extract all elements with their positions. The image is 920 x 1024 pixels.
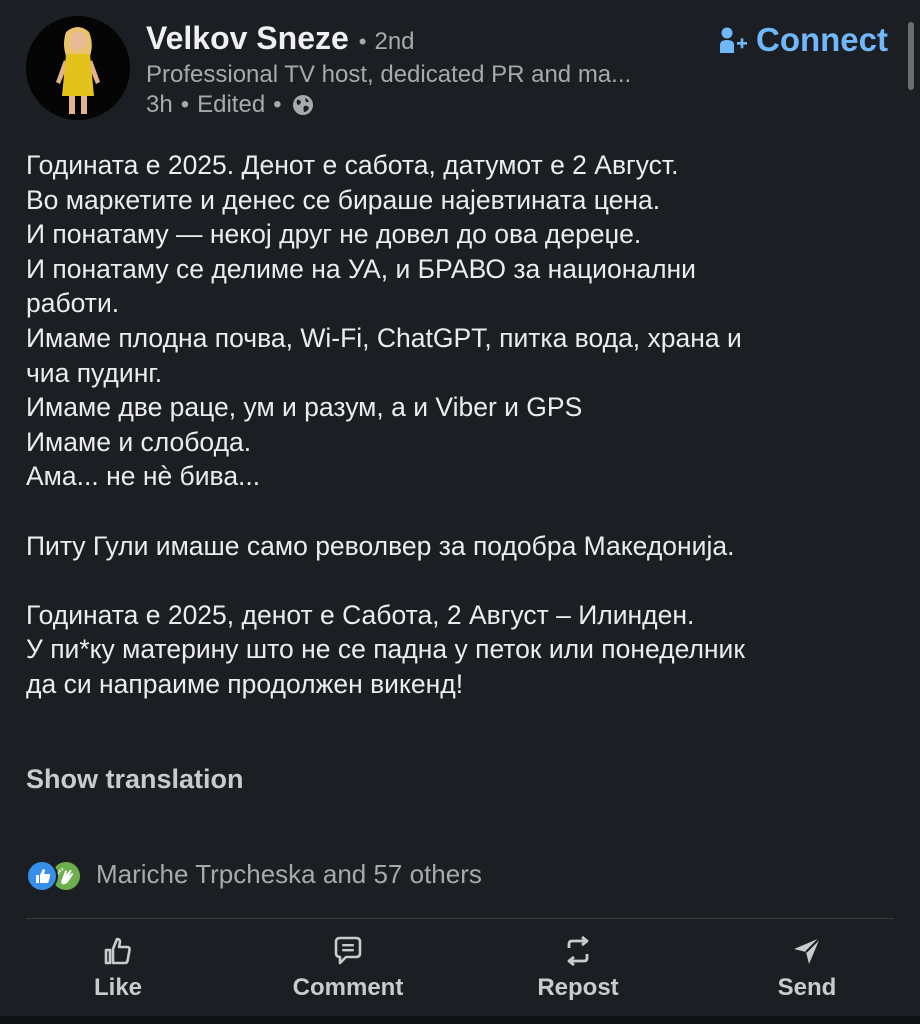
post-text-line: Имаме две раце, ум и разум, а и Viber и … bbox=[26, 392, 583, 423]
reaction-summary-text: Mariche Trpcheska and 57 others bbox=[96, 858, 482, 889]
like-label: Like bbox=[93, 974, 143, 1001]
like-button[interactable]: Like bbox=[38, 930, 198, 1006]
repost-button[interactable]: Repost bbox=[498, 930, 658, 1006]
avatar-portrait-image bbox=[26, 16, 130, 120]
post-text-line: Питу Гули имаше само револвер за подобра… bbox=[26, 530, 735, 561]
post-text-line: Годината е 2025. Денот е сабота, датумот… bbox=[26, 150, 679, 180]
globe-icon bbox=[292, 94, 314, 116]
author-headline: Professional TV host, dedicated PR and m… bbox=[146, 61, 632, 88]
show-translation-link[interactable]: Show translation bbox=[26, 764, 244, 795]
reaction-icons bbox=[26, 858, 84, 892]
scrollbar-thumb[interactable] bbox=[908, 22, 914, 90]
edited-label: Edited bbox=[197, 91, 266, 118]
post-text: Годината е 2025. Денот е сабота, датумот… bbox=[26, 148, 896, 702]
meta-separator: • bbox=[273, 91, 282, 118]
divider bbox=[26, 918, 894, 919]
connect-button[interactable]: Connect bbox=[718, 20, 888, 60]
send-icon bbox=[794, 937, 821, 964]
degree-separator: • bbox=[358, 29, 367, 54]
post-text-line: Имаме плодна почва, Wi-Fi, ChatGPT, питк… bbox=[26, 322, 742, 353]
post-text-line: И понатаму — некој друг не довел до ова … bbox=[26, 219, 642, 250]
post-text-line: чиа пудинг. bbox=[26, 357, 163, 388]
connection-degree: 2nd bbox=[374, 28, 415, 55]
meta-separator: • bbox=[180, 91, 190, 118]
post-text-line: У пи*ку материну што не се падна у петок… bbox=[26, 634, 745, 665]
bottom-edge bbox=[0, 1016, 920, 1024]
send-label: Send bbox=[777, 974, 837, 1001]
comment-button[interactable]: Comment bbox=[268, 930, 428, 1006]
reactions-summary[interactable]: Mariche Trpcheska and 57 others bbox=[26, 856, 482, 892]
post-text-line: работи. bbox=[26, 288, 120, 319]
post-meta: 3h • Edited • bbox=[146, 91, 314, 119]
repost-label: Repost bbox=[537, 974, 619, 1001]
post-action-bar: Like Comment Repost Send bbox=[0, 930, 920, 1010]
author-avatar[interactable] bbox=[26, 16, 130, 120]
post-header: Velkov Sneze • 2nd Professional TV host,… bbox=[26, 16, 896, 126]
post-text-line: Ама... не нѐ бива... bbox=[26, 461, 261, 492]
post-text-line: Имаме и слобода. bbox=[26, 426, 252, 457]
post-text-line: И понатаму се делиме на УА, и БРАВО за н… bbox=[26, 253, 696, 284]
post-text-line: Во маркетите и денес се бираше најевтина… bbox=[26, 184, 661, 215]
author-name-row: Velkov Sneze • 2nd bbox=[146, 20, 415, 60]
thumbs-up-icon bbox=[104, 937, 131, 965]
repost-icon bbox=[567, 935, 589, 967]
author-name[interactable]: Velkov Sneze bbox=[146, 20, 349, 57]
send-button[interactable]: Send bbox=[727, 930, 887, 1006]
post-text-line: да си напраиме продолжен викенд! bbox=[26, 668, 464, 699]
add-person-icon bbox=[720, 27, 747, 53]
comment-icon bbox=[334, 936, 362, 965]
like-reaction-icon bbox=[26, 860, 58, 892]
post-time: 3h bbox=[146, 91, 173, 118]
connect-label: Connect bbox=[756, 21, 888, 58]
post-text-line: Годината е 2025, денот е Сабота, 2 Авгус… bbox=[26, 599, 695, 630]
comment-label: Comment bbox=[292, 974, 404, 1001]
